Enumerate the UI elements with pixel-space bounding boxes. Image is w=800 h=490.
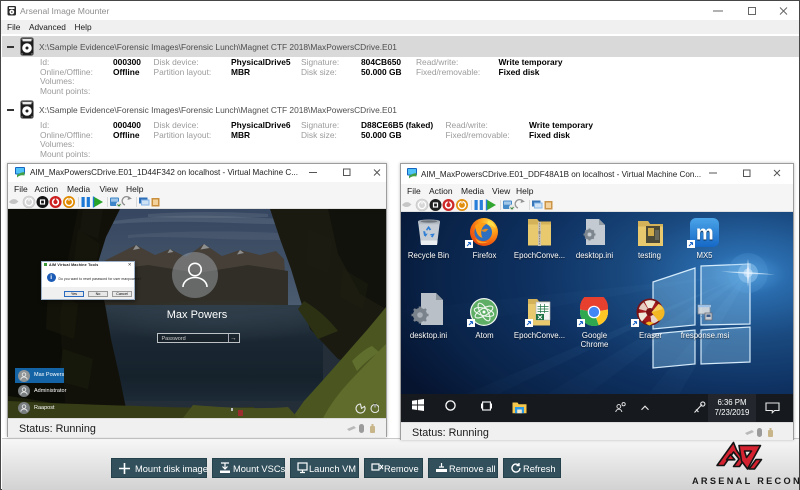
svg-text:m: m bbox=[696, 223, 714, 245]
svg-text:ARSENAL RECON: ARSENAL RECON bbox=[692, 476, 800, 486]
